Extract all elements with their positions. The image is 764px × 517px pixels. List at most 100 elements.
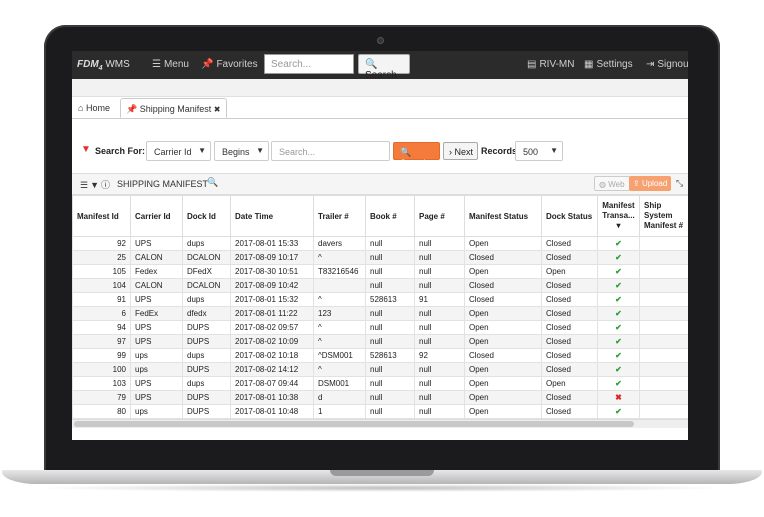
column-header-date-time[interactable]: Date Time bbox=[230, 195, 314, 237]
column-header-dock-status[interactable]: Dock Status bbox=[541, 195, 598, 237]
table-cell: Open bbox=[464, 404, 542, 419]
table-row[interactable]: 91 UPS dups 2017-08-01 15:32 ^ 528613 91 Closed… bbox=[72, 292, 688, 307]
table-cell: 97 bbox=[72, 334, 131, 349]
filter-icon: ▼ bbox=[81, 144, 91, 155]
table-cell: Open bbox=[464, 376, 542, 391]
panel-header: ☰▼ⓘ SHIPPING MANIFEST 🔍 ◍ Web ⇪ Upload ⤡ bbox=[72, 173, 688, 195]
check-icon: ✔ bbox=[597, 292, 640, 307]
column-header-manifest-status[interactable]: Manifest Status bbox=[464, 195, 542, 237]
table-row[interactable]: 92 UPS dups 2017-08-01 15:33 davers null null O… bbox=[72, 236, 688, 251]
search-value-input[interactable]: Search... bbox=[271, 141, 390, 161]
search-button[interactable]: 🔍 Search bbox=[393, 142, 440, 168]
table-cell bbox=[639, 348, 688, 363]
table-cell: dups bbox=[182, 376, 231, 391]
table-row[interactable]: 100 ups DUPS 2017-08-02 14:12 ^ null null Open C… bbox=[72, 362, 688, 377]
table-cell: Fedex bbox=[130, 264, 183, 279]
table-cell: Closed bbox=[541, 292, 598, 307]
favorites-button[interactable]: 📌 Favorites bbox=[201, 59, 258, 70]
web-button-label: Web bbox=[608, 180, 625, 189]
table-cell: Closed bbox=[541, 250, 598, 265]
search-operator-select[interactable]: Begins ▼ bbox=[214, 141, 269, 161]
table-cell: 2017-08-02 09:57 bbox=[230, 320, 314, 335]
global-search-input[interactable]: Search... bbox=[264, 54, 354, 74]
column-header-book[interactable]: Book # bbox=[365, 195, 415, 237]
check-icon: ✔ bbox=[597, 250, 640, 265]
table-row[interactable]: 99 ups dups 2017-08-02 10:18 ^DSM001 528613 92… bbox=[72, 348, 688, 363]
cross-icon: ✖ bbox=[597, 390, 640, 405]
table-cell: davers bbox=[313, 236, 366, 251]
table-cell: null bbox=[365, 390, 415, 405]
signout-icon: ⇥ bbox=[646, 59, 655, 70]
table-cell: Closed bbox=[541, 278, 598, 293]
records-select[interactable]: 500 ▼ bbox=[515, 141, 563, 161]
table-row[interactable]: 104 CALON DCALON 2017-08-09 10:42 null null Cl… bbox=[72, 278, 688, 293]
table-row[interactable]: 25 CALON DCALON 2017-08-09 10:17 ^ null null Cl… bbox=[72, 250, 688, 265]
menu-button[interactable]: ☰ Menu bbox=[152, 59, 189, 70]
column-header-trailer[interactable]: Trailer # bbox=[313, 195, 366, 237]
column-header-manifest-transmitted[interactable]: Manifest Transa... ▾ bbox=[597, 195, 640, 237]
tab-shipping-manifest[interactable]: 📌 Shipping Manifest ✖ bbox=[120, 98, 227, 118]
signout-button[interactable]: ⇥ Signout bbox=[646, 59, 688, 70]
table-cell: UPS bbox=[130, 334, 183, 349]
sub-toolbar bbox=[72, 79, 688, 97]
location-selector[interactable]: ▤ RIV-MN bbox=[527, 59, 574, 70]
grid-icon: ▦ bbox=[584, 59, 594, 70]
table-cell: Open bbox=[464, 264, 542, 279]
filter-icon[interactable]: ▼ bbox=[90, 180, 101, 190]
table-row[interactable]: 94 UPS DUPS 2017-08-02 09:57 ^ null null Open Cl… bbox=[72, 320, 688, 335]
web-button[interactable]: ◍ Web bbox=[594, 176, 630, 191]
table-cell bbox=[639, 306, 688, 321]
table-cell: null bbox=[414, 236, 465, 251]
search-operator-value: Begins bbox=[222, 147, 250, 157]
column-header-dock-id[interactable]: Dock Id bbox=[182, 195, 231, 237]
column-header-manifest-id[interactable]: Manifest Id bbox=[72, 195, 131, 237]
table-cell: ups bbox=[130, 362, 183, 377]
table-cell: 123 bbox=[313, 306, 366, 321]
table-cell bbox=[639, 278, 688, 293]
menu-label: Menu bbox=[163, 59, 189, 70]
search-field-select[interactable]: Carrier Id ▼ bbox=[146, 141, 211, 161]
table-row[interactable]: 103 UPS dups 2017-08-07 09:44 DSM001 null null… bbox=[72, 376, 688, 391]
scrollbar-thumb[interactable] bbox=[74, 421, 634, 427]
table-cell: DCALON bbox=[182, 250, 231, 265]
close-tab-icon[interactable]: ✖ bbox=[214, 105, 221, 114]
table-cell: Closed bbox=[541, 320, 598, 335]
horizontal-scrollbar[interactable] bbox=[72, 419, 688, 428]
table-cell: DUPS bbox=[182, 320, 231, 335]
signout-label: Signout bbox=[657, 59, 688, 70]
search-icon: 🔍 bbox=[400, 147, 412, 157]
table-cell: 94 bbox=[72, 320, 131, 335]
table-row[interactable]: 97 UPS DUPS 2017-08-02 10:09 ^ null null Open Cl… bbox=[72, 334, 688, 349]
global-search-button[interactable]: 🔍 Search bbox=[358, 54, 410, 81]
table-cell: 1 bbox=[313, 404, 366, 419]
check-icon: ✔ bbox=[597, 348, 640, 363]
settings-label: Settings bbox=[596, 59, 633, 70]
hamburger-icon: ☰ bbox=[152, 59, 161, 70]
column-header-page[interactable]: Page # bbox=[414, 195, 465, 237]
search-icon[interactable]: 🔍 bbox=[207, 177, 218, 188]
table-cell: null bbox=[365, 306, 415, 321]
table-row[interactable]: 105 Fedex DFedX 2017-08-30 10:51 T83216546 nu… bbox=[72, 264, 688, 279]
settings-button[interactable]: ▦ Settings bbox=[584, 59, 633, 70]
table-cell bbox=[639, 264, 688, 279]
table-cell bbox=[639, 376, 688, 391]
brand-logo[interactable]: FDM4 WMS bbox=[77, 59, 130, 72]
table-cell: null bbox=[365, 320, 415, 335]
list-icon[interactable]: ☰ bbox=[80, 180, 90, 190]
table-row[interactable]: 6 FedEx dfedx 2017-08-01 11:22 123 null null Op… bbox=[72, 306, 688, 321]
check-icon: ✔ bbox=[597, 362, 640, 377]
next-button[interactable]: › Next bbox=[443, 142, 478, 160]
brand-suffix: WMS bbox=[102, 59, 130, 70]
table-cell: ^DSM001 bbox=[313, 348, 366, 363]
column-header-carrier-id[interactable]: Carrier Id bbox=[130, 195, 183, 237]
table-row[interactable]: 79 UPS DUPS 2017-08-01 10:38 d null null Open Cl… bbox=[72, 390, 688, 405]
compress-icon[interactable]: ⤡ bbox=[676, 178, 683, 189]
check-icon: ✔ bbox=[597, 334, 640, 349]
table-cell: 2017-08-09 10:42 bbox=[230, 278, 314, 293]
info-icon[interactable]: ⓘ bbox=[101, 180, 112, 190]
tab-home[interactable]: ⌂ Home bbox=[73, 98, 115, 118]
table-row[interactable]: 80 ups DUPS 2017-08-01 10:48 1 null null Open Cl… bbox=[72, 404, 688, 419]
upload-button[interactable]: ⇪ Upload bbox=[629, 176, 672, 191]
column-header-ship-system-manifest[interactable]: Ship System Manifest # bbox=[639, 195, 688, 237]
check-icon: ✔ bbox=[597, 278, 640, 293]
